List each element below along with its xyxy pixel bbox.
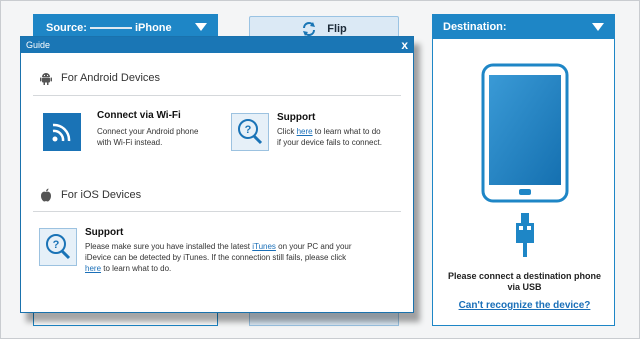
wifi-description: Connect your Android phone with Wi-Fi in… — [97, 127, 199, 147]
guide-title: Guide — [26, 40, 51, 50]
android-heading-text: For Android Devices — [61, 72, 161, 84]
itunes-link[interactable]: iTunes — [252, 242, 276, 251]
destination-dropdown[interactable]: Destination: — [433, 15, 614, 39]
cant-recognize-link[interactable]: Can't recognize the device? — [433, 300, 616, 311]
ios-support-title: Support — [85, 227, 124, 238]
destination-panel: Destination: Please connect a destinatio… — [432, 14, 615, 326]
source-device-name: iPhone — [134, 22, 172, 34]
android-icon — [40, 73, 52, 85]
ios-support-here-link[interactable]: here — [85, 264, 101, 273]
refresh-icon — [303, 22, 316, 36]
wifi-title[interactable]: Connect via Wi-Fi — [97, 110, 181, 121]
guide-titlebar: Guide x — [21, 37, 413, 53]
redacted-device-name — [89, 27, 132, 29]
support-icon[interactable]: ? — [39, 228, 77, 266]
svg-text:?: ? — [53, 239, 60, 251]
flip-label: Flip — [327, 23, 347, 35]
ios-section-heading: For iOS Devices — [39, 188, 141, 202]
ios-heading-text: For iOS Devices — [61, 189, 142, 201]
ios-support-description: Please make sure you have installed the … — [85, 242, 352, 273]
chevron-down-icon[interactable] — [195, 23, 207, 31]
connect-message: Please connect a destination phone via U… — [447, 271, 602, 292]
source-label: Source: — [46, 22, 87, 34]
android-support-title: Support — [277, 112, 316, 123]
android-support-here-link[interactable]: here — [297, 127, 313, 136]
android-section-heading: For Android Devices — [39, 71, 160, 85]
wifi-icon[interactable] — [43, 113, 81, 151]
android-support-description: Click here to learn what to do if your d… — [277, 127, 382, 147]
svg-text:?: ? — [245, 124, 252, 136]
close-button[interactable]: x — [401, 38, 408, 52]
apple-icon — [41, 188, 51, 202]
divider — [33, 211, 401, 212]
chevron-down-icon[interactable] — [592, 23, 604, 31]
guide-dialog: Guide x For Android Devices Connect via … — [20, 36, 414, 313]
destination-label: Destination: — [443, 21, 507, 33]
support-icon[interactable]: ? — [231, 113, 269, 151]
divider — [33, 95, 401, 96]
phone-usb-illustration — [481, 63, 569, 257]
